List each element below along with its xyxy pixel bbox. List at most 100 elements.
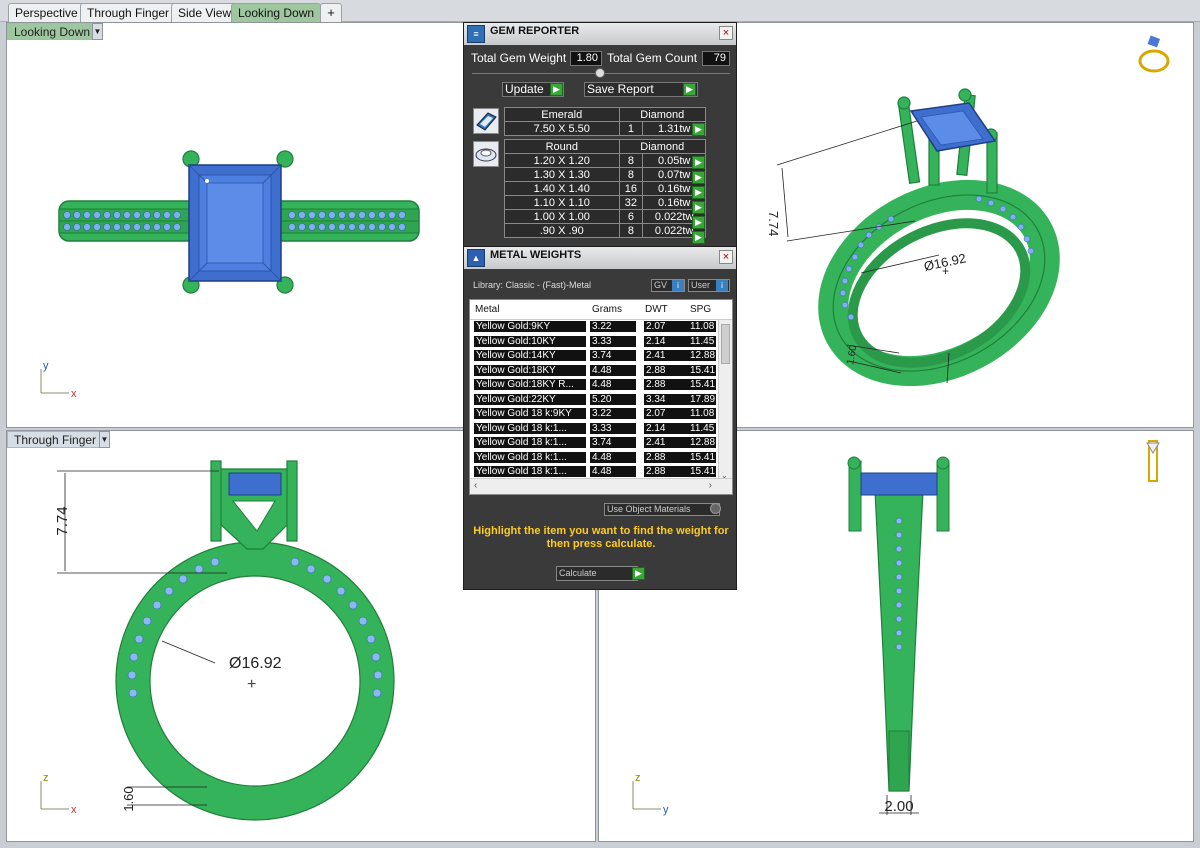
chevron-right-icon[interactable]: ›: [709, 480, 712, 491]
spg-cell: 11.45: [688, 335, 716, 347]
gv-button-label: GV: [654, 280, 668, 290]
add-tab-button[interactable]: +: [320, 3, 342, 22]
table-row[interactable]: Yellow Gold:18KY 4.48 2.88 15.41: [470, 364, 718, 379]
column-header-dwt[interactable]: DWT: [645, 304, 668, 315]
table-row[interactable]: Yellow Gold:14KY 3.74 2.41 12.88: [470, 349, 718, 364]
collapse-handle[interactable]: [595, 68, 605, 78]
dwt-cell: 2.14: [644, 422, 690, 434]
metal-name-cell: Yellow Gold:14KY: [474, 350, 586, 361]
gem-cut: Emerald: [504, 107, 620, 122]
scrollbar-thumb[interactable]: [721, 324, 730, 364]
axis-indicator: [632, 781, 661, 810]
x-axis-label: x: [71, 388, 77, 400]
gem-size: 7.50 X 5.50: [504, 121, 620, 136]
column-header-grams[interactable]: Grams: [592, 304, 622, 315]
grams-cell: 4.48: [590, 364, 636, 376]
gem-stone: Diamond: [618, 107, 707, 122]
table-row[interactable]: Yellow Gold 18 k:1... 3.74 2.41 12.88: [470, 436, 718, 451]
gem-reporter-title: ≡ GEM REPORTER: [464, 23, 736, 45]
gem-count: 32: [618, 195, 644, 210]
grams-cell: 3.22: [590, 408, 636, 419]
close-icon[interactable]: ×: [719, 250, 733, 264]
metal-name-cell: Yellow Gold:9KY: [474, 321, 586, 332]
spg-cell: 15.41: [688, 364, 716, 376]
gem-row[interactable]: 1.20 X 1.20 8 0.05tw: [504, 153, 706, 168]
save-report-button[interactable]: Save Report: [584, 82, 698, 97]
gem-row[interactable]: 7.50 X 5.50 1 1.31tw: [504, 121, 706, 136]
dwt-cell: 2.88: [644, 364, 690, 376]
tab-through-finger[interactable]: Through Finger: [80, 3, 177, 22]
play-icon[interactable]: ▶: [692, 201, 705, 214]
x-axis-label: x: [71, 804, 77, 816]
gem-size: 1.00 X 1.00: [504, 209, 620, 224]
spg-cell: 15.41: [688, 451, 716, 463]
table-row[interactable]: Yellow Gold:10KY 3.33 2.14 11.45: [470, 335, 718, 350]
chevron-left-icon[interactable]: ‹: [474, 480, 477, 491]
gem-size: 1.40 X 1.40: [504, 181, 620, 196]
table-row[interactable]: Yellow Gold 18 k:9KY 3.22 2.07 11.08: [470, 407, 718, 422]
ring-side-view-cube-icon[interactable]: [1146, 440, 1160, 482]
viewport-looking-down[interactable]: Looking Down ▼ x y: [6, 22, 464, 428]
play-icon[interactable]: ▶: [692, 156, 705, 169]
grams-cell: 3.74: [590, 437, 636, 448]
horizontal-scrollbar[interactable]: ‹ ›: [470, 478, 732, 494]
grams-cell: 4.48: [590, 451, 636, 463]
spg-cell: 11.45: [688, 422, 716, 434]
column-header-spg[interactable]: SPG: [690, 304, 711, 315]
metal-name-cell: Yellow Gold 18 k:1...: [474, 466, 586, 477]
play-icon[interactable]: ▶: [692, 186, 705, 199]
gem-row[interactable]: 1.10 X 1.10 32 0.16tw: [504, 195, 706, 210]
play-icon[interactable]: ▶: [632, 567, 645, 580]
dwt-cell: 2.88: [644, 466, 690, 477]
table-row[interactable]: Yellow Gold:22KY 5.20 3.34 17.89: [470, 393, 718, 408]
gem-row[interactable]: 1.00 X 1.00 6 0.022tw: [504, 209, 706, 224]
vertical-scrollbar[interactable]: ⌄: [718, 320, 732, 480]
gem-row[interactable]: .90 X .90 8 0.022tw: [504, 223, 706, 238]
play-icon[interactable]: ▶: [692, 171, 705, 184]
gem-count: 16: [618, 181, 644, 196]
table-header: Metal Grams DWT SPG: [470, 300, 732, 320]
tab-perspective[interactable]: Perspective: [8, 3, 85, 22]
column-header-metal[interactable]: Metal: [475, 304, 499, 315]
height-dimension: 7.74: [54, 506, 71, 535]
grams-cell: 4.48: [590, 379, 636, 390]
total-gem-weight-value: 1.80: [570, 51, 602, 66]
tab-looking-down[interactable]: Looking Down: [231, 3, 322, 22]
gem-row[interactable]: 1.40 X 1.40 16 0.16tw: [504, 181, 706, 196]
shank-dimension: 1.60: [121, 786, 136, 811]
ring-view-cube-icon[interactable]: [1138, 35, 1170, 73]
table-row[interactable]: Yellow Gold 18 k:1... 3.33 2.14 11.45: [470, 422, 718, 437]
gem-reporter-icon: ≡: [467, 25, 485, 43]
metal-weights-panel: ▲ METAL WEIGHTS × Library: Classic - (Fa…: [463, 246, 737, 590]
update-button-label: Update: [505, 82, 544, 96]
close-icon[interactable]: ×: [719, 26, 733, 40]
width-dimension: 2.00: [884, 798, 913, 815]
tab-side-view[interactable]: Side View: [171, 3, 239, 22]
info-icon[interactable]: i: [672, 280, 684, 291]
dwt-cell: 2.88: [644, 451, 690, 463]
play-icon[interactable]: ▶: [692, 123, 705, 136]
dwt-cell: 2.14: [644, 335, 690, 347]
spg-cell: 12.88: [688, 350, 716, 361]
table-row[interactable]: Yellow Gold:9KY 3.22 2.07 11.08: [470, 320, 718, 335]
calculate-button[interactable]: Calculate: [556, 566, 638, 581]
info-icon[interactable]: i: [716, 280, 728, 291]
gem-row[interactable]: 1.30 X 1.30 8 0.07tw: [504, 167, 706, 182]
table-row[interactable]: Yellow Gold:18KY R... 4.48 2.88 15.41: [470, 378, 718, 393]
play-icon[interactable]: ▶: [683, 83, 696, 96]
play-icon[interactable]: ▶: [692, 231, 705, 244]
table-row[interactable]: Yellow Gold 18 k:1... 4.48 2.88 15.41: [470, 451, 718, 466]
head: [210, 460, 298, 550]
gem-count: 6: [618, 209, 644, 224]
use-object-materials-button[interactable]: Use Object Materials: [604, 503, 720, 516]
z-axis-label: z: [635, 772, 641, 784]
metal-weights-table[interactable]: Metal Grams DWT SPG Yellow Gold:9KY 3.22 2…: [469, 299, 733, 495]
spg-cell: 17.89: [688, 393, 716, 405]
metal-weights-icon: ▲: [467, 249, 485, 267]
dwt-cell: 2.07: [644, 321, 690, 332]
play-icon[interactable]: ▶: [692, 216, 705, 229]
gem-stone: Diamond: [618, 139, 707, 154]
play-icon[interactable]: ▶: [550, 83, 563, 96]
toggle-icon[interactable]: [710, 503, 721, 514]
height-dimension: 7.74: [766, 211, 781, 236]
